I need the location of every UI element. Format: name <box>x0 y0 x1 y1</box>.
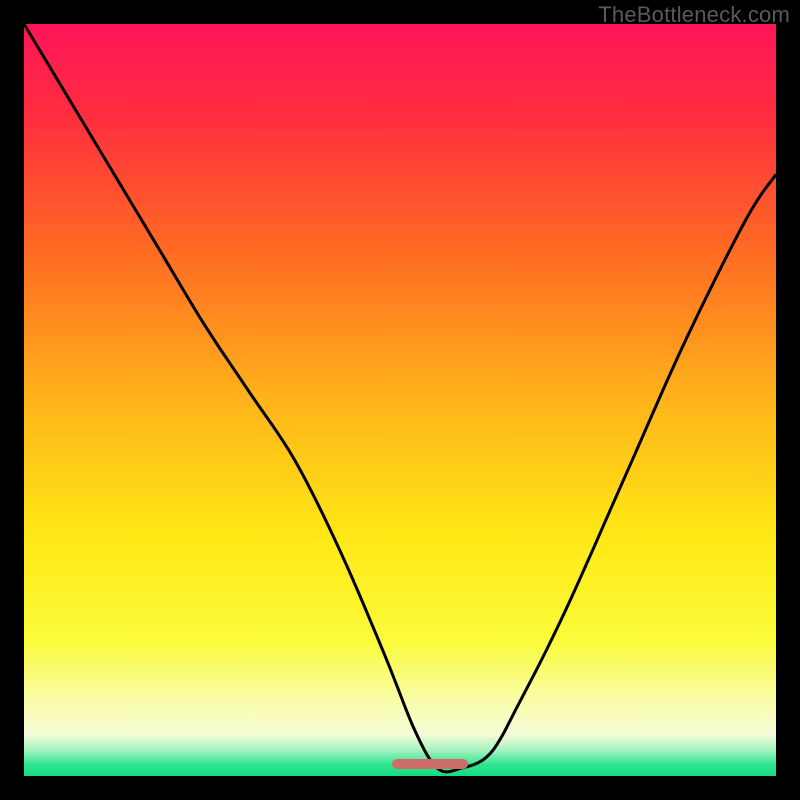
watermark-text: TheBottleneck.com <box>598 2 790 28</box>
bottleneck-curve <box>24 24 776 776</box>
optimal-range-marker <box>392 759 467 769</box>
chart-frame: TheBottleneck.com <box>0 0 800 800</box>
plot-area <box>24 24 776 776</box>
